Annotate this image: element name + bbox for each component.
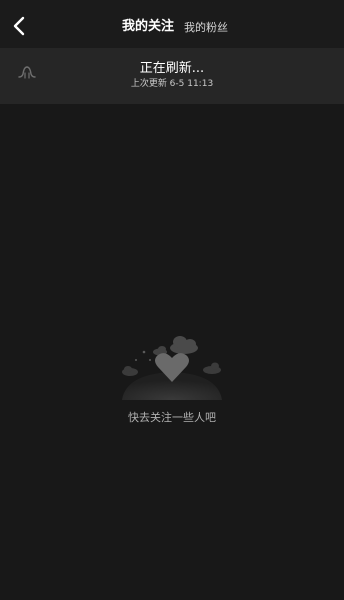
- top-nav-bar: 我的关注 我的粉丝: [0, 0, 344, 52]
- pull-to-refresh-header: 正在刷新... 上次更新 6-5 11:13: [0, 48, 344, 104]
- empty-state-message: 快去关注一些人吧: [128, 411, 216, 424]
- tab-following[interactable]: 我的关注: [122, 19, 174, 35]
- tab-followers[interactable]: 我的粉丝: [184, 20, 228, 36]
- tab-bar: 我的关注 我的粉丝: [0, 0, 344, 52]
- last-updated-text: 上次更新 6-5 11:13: [130, 79, 214, 89]
- refresh-status-text: 正在刷新...: [139, 61, 205, 76]
- heart-clouds-illustration: [116, 334, 228, 400]
